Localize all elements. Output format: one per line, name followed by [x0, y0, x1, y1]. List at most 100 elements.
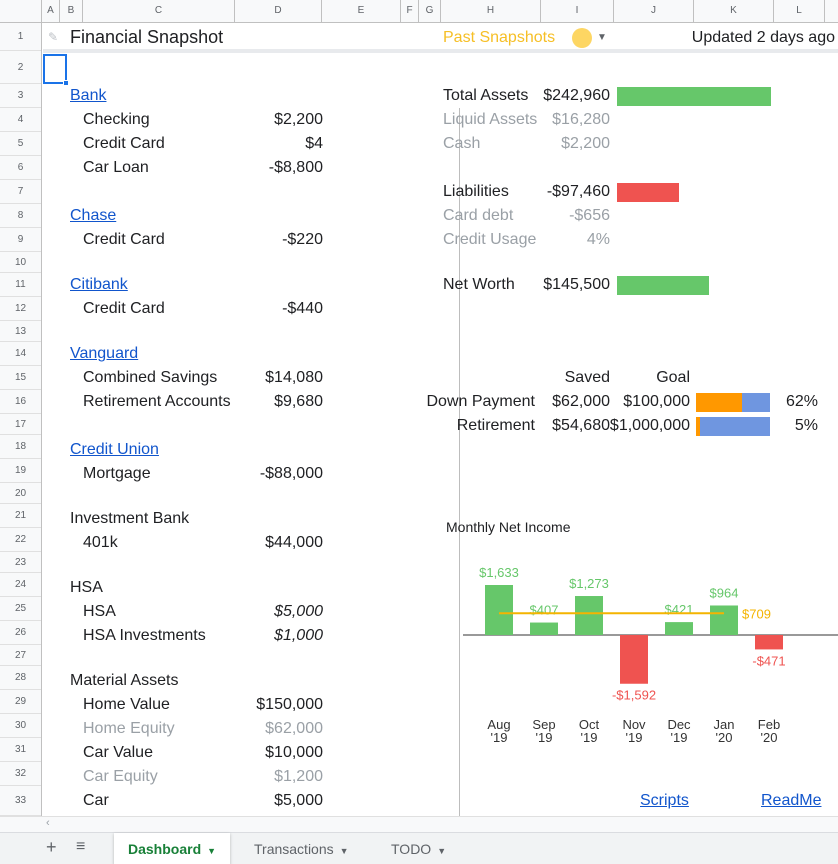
tab-label: Dashboard	[128, 841, 202, 857]
row-header-21[interactable]: 21	[0, 504, 41, 528]
bank-link[interactable]: Bank	[70, 84, 106, 108]
summary-label: Total Assets	[443, 87, 529, 104]
goal-label: Retirement	[456, 417, 535, 434]
row-header-1[interactable]: 1	[0, 23, 41, 51]
total-assets-bar	[617, 87, 771, 106]
row-header-2[interactable]: 2	[0, 51, 41, 84]
column-header-m[interactable]: M	[825, 0, 838, 22]
chevron-down-icon[interactable]: ▼	[597, 26, 607, 50]
tab-todo[interactable]: TODO ▼	[377, 833, 460, 864]
column-header-k[interactable]: K	[694, 0, 774, 22]
column-header-c[interactable]: C	[83, 0, 235, 22]
row-header-25[interactable]: 25	[0, 597, 41, 621]
row-header-19[interactable]: 19	[0, 459, 41, 483]
scroll-left-icon[interactable]: ‹	[46, 817, 50, 829]
all-sheets-icon[interactable]: ≡	[76, 838, 85, 856]
column-header-l[interactable]: L	[774, 0, 825, 22]
row-header-18[interactable]: 18	[0, 435, 41, 459]
account-label: HSA	[83, 603, 116, 620]
account-value: $5,000	[274, 792, 323, 809]
column-header-g[interactable]: G	[419, 0, 441, 22]
chart-tick-label: '19	[626, 730, 643, 745]
row-header-4[interactable]: 4	[0, 108, 41, 132]
chevron-down-icon[interactable]: ▼	[207, 846, 216, 856]
row-header-20[interactable]: 20	[0, 483, 41, 504]
readme-link[interactable]: ReadMe	[761, 789, 821, 813]
row-header-28[interactable]: 28	[0, 666, 41, 690]
row-header-16[interactable]: 16	[0, 390, 41, 414]
citibank-link[interactable]: Citibank	[70, 273, 128, 297]
row-header-10[interactable]: 10	[0, 252, 41, 273]
tab-dashboard[interactable]: Dashboard ▼	[114, 833, 231, 864]
row-header-13[interactable]: 13	[0, 321, 41, 342]
row-header-26[interactable]: 26	[0, 621, 41, 645]
tab-label: TODO	[391, 841, 432, 857]
column-header-e[interactable]: E	[322, 0, 401, 22]
account-value: $1,000	[274, 627, 323, 644]
snapshot-dropdown-dot[interactable]	[572, 28, 592, 48]
scripts-link[interactable]: Scripts	[640, 789, 689, 813]
down-payment-progress-fill	[696, 393, 742, 412]
row-header-6[interactable]: 6	[0, 156, 41, 180]
horizontal-scrollbar[interactable]: ‹	[0, 816, 838, 832]
row-header-31[interactable]: 31	[0, 738, 41, 762]
sheet-grid[interactable]: ✎ Financial Snapshot Past Snapshots ▼ Up…	[43, 23, 838, 838]
account-value: $2,200	[274, 111, 323, 128]
account-value: $62,000	[265, 720, 323, 737]
goals-goal-header: Goal	[656, 369, 690, 386]
account-value: $4	[305, 135, 323, 152]
row-header-3[interactable]: 3	[0, 84, 41, 108]
column-header-i[interactable]: I	[541, 0, 614, 22]
column-header-f[interactable]: F	[401, 0, 419, 22]
row-header-27[interactable]: 27	[0, 645, 41, 666]
account-label: Car Value	[83, 744, 153, 761]
goals-saved-header: Saved	[564, 369, 610, 386]
row-header-9[interactable]: 9	[0, 228, 41, 252]
goal-target: $100,000	[623, 393, 690, 410]
chart-data-label: $1,273	[569, 576, 609, 591]
row-header-15[interactable]: 15	[0, 366, 41, 390]
row-header-23[interactable]: 23	[0, 552, 41, 573]
add-sheet-icon[interactable]: +	[46, 837, 57, 858]
row-header-30[interactable]: 30	[0, 714, 41, 738]
row-header-24[interactable]: 24	[0, 573, 41, 597]
chart-data-label: $421	[665, 602, 694, 617]
row-header-12[interactable]: 12	[0, 297, 41, 321]
row-header-22[interactable]: 22	[0, 528, 41, 552]
chart-bar	[710, 605, 738, 635]
vanguard-link[interactable]: Vanguard	[70, 342, 138, 366]
account-label: HSA Investments	[83, 627, 206, 644]
liabilities-bar	[617, 183, 679, 202]
account-value: $10,000	[265, 744, 323, 761]
column-header-a[interactable]: A	[42, 0, 60, 22]
row-header-17[interactable]: 17	[0, 414, 41, 435]
tab-transactions[interactable]: Transactions ▼	[240, 833, 363, 864]
goal-saved: $62,000	[552, 393, 610, 410]
column-header-j[interactable]: J	[614, 0, 694, 22]
chart-data-label: $964	[710, 585, 739, 600]
column-header-b[interactable]: B	[60, 0, 83, 22]
column-header-d[interactable]: D	[235, 0, 322, 22]
account-label: 401k	[83, 534, 118, 551]
chevron-down-icon[interactable]: ▼	[437, 846, 446, 856]
select-all-corner[interactable]	[0, 0, 42, 22]
column-header-h[interactable]: H	[441, 0, 541, 22]
retirement-progress-fill	[696, 417, 700, 436]
credit-union-link[interactable]: Credit Union	[70, 438, 159, 462]
row-header-11[interactable]: 11	[0, 273, 41, 297]
updated-status: Updated 2 days ago	[691, 29, 835, 46]
row-header-33[interactable]: 33	[0, 786, 41, 816]
chase-link[interactable]: Chase	[70, 204, 116, 228]
chart-bar	[575, 596, 603, 635]
sheet-tab-bar: + ≡ Dashboard ▼ Transactions ▼ TODO ▼	[0, 832, 838, 864]
chevron-down-icon[interactable]: ▼	[340, 846, 349, 856]
row-header-8[interactable]: 8	[0, 204, 41, 228]
row-header-29[interactable]: 29	[0, 690, 41, 714]
summary-value: $2,200	[561, 135, 610, 152]
fill-handle[interactable]	[63, 80, 69, 86]
row-header-32[interactable]: 32	[0, 762, 41, 786]
row-header-5[interactable]: 5	[0, 132, 41, 156]
row-header-7[interactable]: 7	[0, 180, 41, 204]
account-label: Car	[83, 792, 109, 809]
row-header-14[interactable]: 14	[0, 342, 41, 366]
